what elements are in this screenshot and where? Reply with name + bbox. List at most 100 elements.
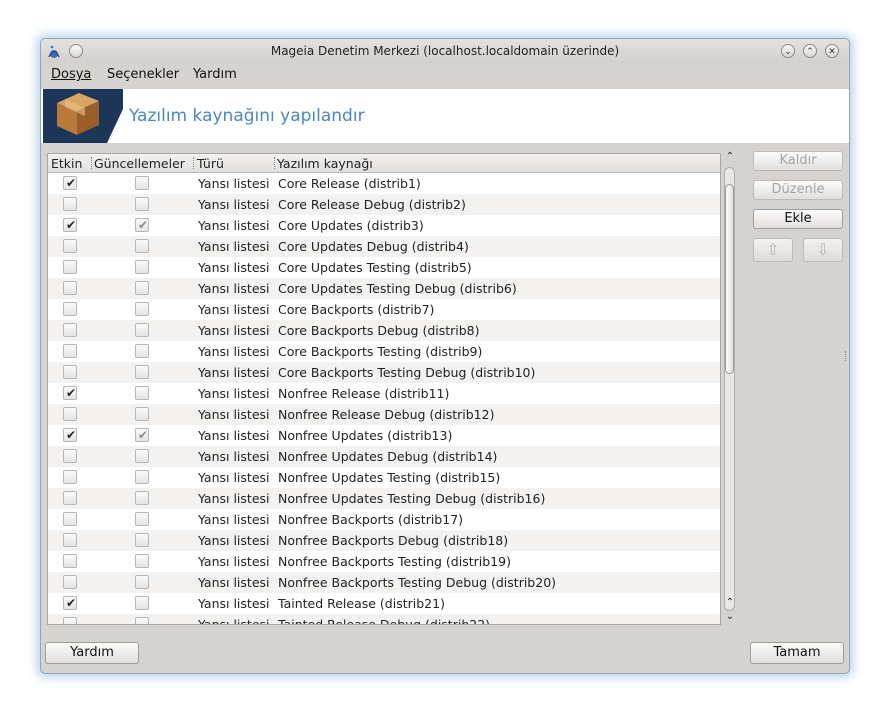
column-header-type[interactable]: Türü: [197, 156, 224, 171]
enabled-checkbox[interactable]: [63, 554, 77, 568]
enabled-checkbox[interactable]: ✔: [63, 596, 77, 610]
table-row[interactable]: ✔ Yansı listesi Nonfree Release (distrib11…: [48, 383, 720, 404]
table-row[interactable]: Yansı listesi Core Backports (distrib7): [48, 299, 720, 320]
menu-file[interactable]: Dosya: [51, 67, 91, 82]
media-source-list[interactable]: Etkin Güncellemeler Türü Yazılım kaynağı…: [47, 153, 721, 625]
enabled-checkbox[interactable]: ✔: [63, 218, 77, 232]
updates-checkbox[interactable]: [135, 365, 149, 379]
table-row[interactable]: ✔ Yansı listesi Tainted Release (distrib21…: [48, 593, 720, 614]
updates-checkbox[interactable]: [135, 344, 149, 358]
table-row[interactable]: Yansı listesi Core Updates Testing Debug …: [48, 278, 720, 299]
updates-checkbox[interactable]: [135, 449, 149, 463]
table-row[interactable]: Yansı listesi Core Backports Testing Debu…: [48, 362, 720, 383]
enabled-checkbox[interactable]: [63, 491, 77, 505]
updates-checkbox[interactable]: [135, 512, 149, 526]
enabled-checkbox[interactable]: [63, 533, 77, 547]
enabled-checkbox[interactable]: ✔: [63, 386, 77, 400]
page-title: Yazılım kaynağını yapılandır: [129, 106, 365, 126]
enabled-checkbox[interactable]: [63, 197, 77, 211]
enabled-checkbox[interactable]: ✔: [63, 176, 77, 190]
menu-bar: Dosya Seçenekler Yardım: [41, 63, 849, 87]
table-row[interactable]: Yansı listesi Nonfree Backports Debug (di…: [48, 530, 720, 551]
enabled-checkbox[interactable]: [63, 302, 77, 316]
table-row[interactable]: Yansı listesi Core Backports Testing (dis…: [48, 341, 720, 362]
updates-checkbox[interactable]: [135, 617, 149, 624]
enabled-checkbox[interactable]: [63, 260, 77, 274]
enabled-checkbox[interactable]: [63, 617, 77, 624]
minimize-button[interactable]: ⌄: [781, 44, 795, 58]
updates-checkbox[interactable]: [135, 323, 149, 337]
scroll-up-icon[interactable]: ⌃: [723, 597, 737, 609]
enabled-checkbox[interactable]: [63, 365, 77, 379]
column-header-enabled[interactable]: Etkin: [51, 156, 82, 171]
table-row[interactable]: Yansı listesi Core Release Debug (distrib…: [48, 194, 720, 215]
table-row[interactable]: Yansı listesi Nonfree Updates Testing (di…: [48, 467, 720, 488]
updates-checkbox[interactable]: [135, 554, 149, 568]
updates-checkbox[interactable]: [135, 386, 149, 400]
scroll-thumb[interactable]: [725, 184, 734, 374]
enabled-checkbox[interactable]: [63, 323, 77, 337]
vertical-scrollbar[interactable]: ⌃ ⌃ ⌄: [721, 151, 739, 625]
enabled-checkbox[interactable]: [63, 575, 77, 589]
resize-handle[interactable]: [845, 351, 848, 361]
updates-checkbox[interactable]: [135, 470, 149, 484]
move-up-button[interactable]: ⇧: [753, 238, 793, 262]
column-separator[interactable]: [91, 157, 93, 169]
source-type: Yansı listesi: [198, 344, 270, 359]
updates-checkbox[interactable]: [135, 533, 149, 547]
edit-button[interactable]: Düzenle: [753, 180, 843, 200]
check-icon: ✔: [66, 176, 77, 190]
column-header-source[interactable]: Yazılım kaynağı: [277, 156, 373, 171]
table-row[interactable]: ✔ Yansı listesi Core Release (distrib1): [48, 173, 720, 194]
help-button[interactable]: Yardım: [45, 642, 139, 664]
enabled-checkbox[interactable]: [63, 470, 77, 484]
updates-checkbox[interactable]: [135, 281, 149, 295]
updates-checkbox[interactable]: [135, 239, 149, 253]
table-row[interactable]: Yansı listesi Nonfree Backports Testing D…: [48, 572, 720, 593]
updates-checkbox[interactable]: [135, 176, 149, 190]
remove-button[interactable]: Kaldır: [753, 151, 843, 171]
ok-button[interactable]: Tamam: [750, 642, 844, 664]
menu-options[interactable]: Seçenekler: [107, 67, 179, 82]
table-row[interactable]: Yansı listesi Nonfree Release Debug (dist…: [48, 404, 720, 425]
table-row[interactable]: Yansı listesi Nonfree Backports (distrib1…: [48, 509, 720, 530]
updates-checkbox[interactable]: ✔: [135, 218, 149, 232]
table-row[interactable]: Yansı listesi Core Updates Debug (distrib…: [48, 236, 720, 257]
updates-checkbox[interactable]: ✔: [135, 428, 149, 442]
move-down-button[interactable]: ⇩: [803, 238, 843, 262]
scroll-up-icon[interactable]: ⌃: [723, 151, 737, 163]
enabled-checkbox[interactable]: [63, 512, 77, 526]
enabled-checkbox[interactable]: [63, 344, 77, 358]
maximize-button[interactable]: ⌃: [803, 44, 817, 58]
updates-checkbox[interactable]: [135, 491, 149, 505]
add-button[interactable]: Ekle: [753, 209, 843, 229]
enabled-checkbox[interactable]: [63, 449, 77, 463]
updates-checkbox[interactable]: [135, 407, 149, 421]
enabled-checkbox[interactable]: ✔: [63, 428, 77, 442]
table-row[interactable]: Yansı listesi Nonfree Updates Testing Deb…: [48, 488, 720, 509]
column-separator[interactable]: [193, 157, 195, 169]
table-row[interactable]: Yansı listesi Nonfree Updates Debug (dist…: [48, 446, 720, 467]
table-row[interactable]: Yansı listesi Core Updates Testing (distr…: [48, 257, 720, 278]
column-header-updates[interactable]: Güncellemeler: [94, 156, 185, 171]
updates-checkbox[interactable]: [135, 575, 149, 589]
source-type: Yansı listesi: [198, 239, 270, 254]
enabled-checkbox[interactable]: [63, 239, 77, 253]
scroll-track[interactable]: [724, 167, 735, 611]
menu-help[interactable]: Yardım: [193, 67, 237, 82]
updates-checkbox[interactable]: [135, 302, 149, 316]
close-button[interactable]: ✕: [825, 44, 839, 58]
updates-checkbox[interactable]: [135, 596, 149, 610]
enabled-checkbox[interactable]: [63, 281, 77, 295]
enabled-checkbox[interactable]: [63, 407, 77, 421]
table-row[interactable]: ✔ ✔ Yansı listesi Nonfree Updates (distrib1…: [48, 425, 720, 446]
table-row[interactable]: Yansı listesi Tainted Release Debug (dist…: [48, 614, 720, 624]
title-bar[interactable]: Mageia Denetim Merkezi (localhost.locald…: [41, 39, 849, 63]
table-row[interactable]: ✔ ✔ Yansı listesi Core Updates (distrib3): [48, 215, 720, 236]
scroll-down-icon[interactable]: ⌄: [723, 611, 737, 623]
updates-checkbox[interactable]: [135, 260, 149, 274]
updates-checkbox[interactable]: [135, 197, 149, 211]
table-row[interactable]: Yansı listesi Core Backports Debug (distr…: [48, 320, 720, 341]
table-row[interactable]: Yansı listesi Nonfree Backports Testing (…: [48, 551, 720, 572]
column-separator[interactable]: [274, 157, 276, 169]
